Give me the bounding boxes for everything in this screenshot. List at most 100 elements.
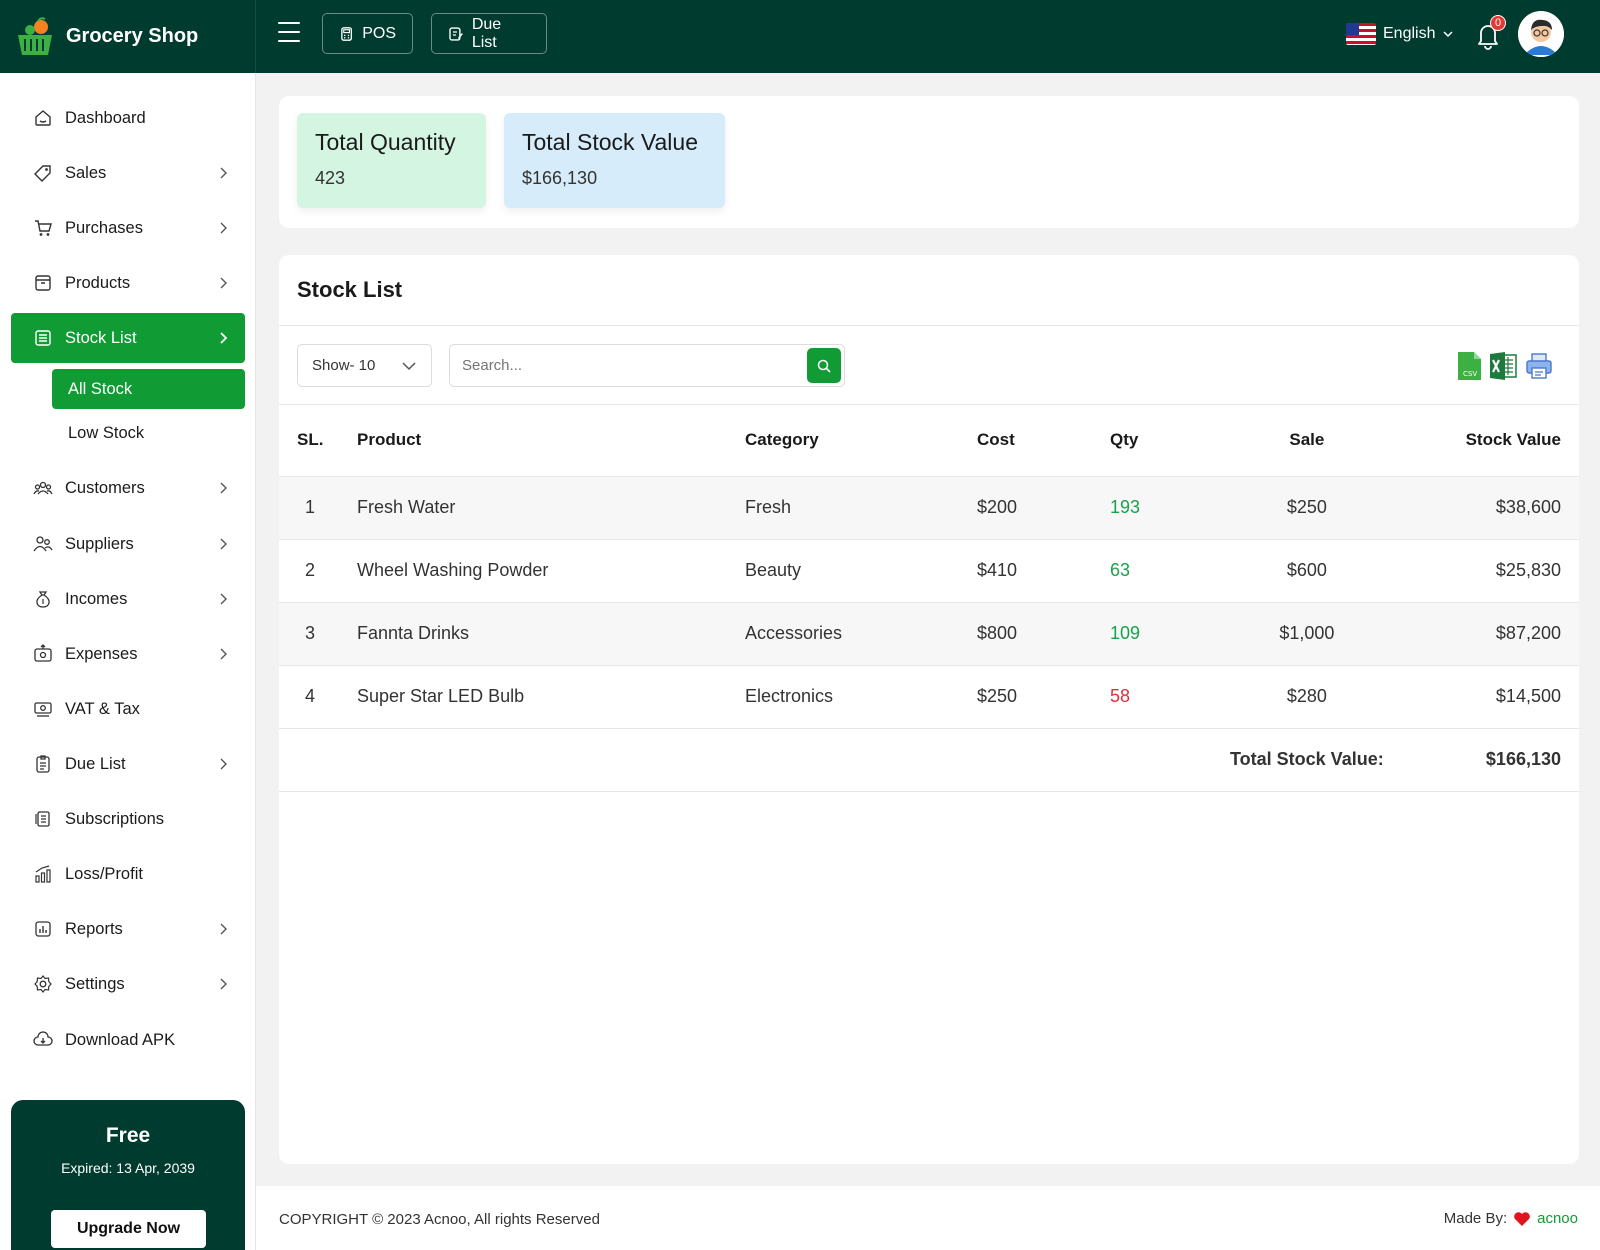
chevron-down-icon	[402, 362, 416, 371]
cell-sale: $1,000	[1230, 602, 1384, 666]
sidebar-item-incomes[interactable]: Incomes	[11, 574, 245, 624]
sidebar-item-label: Due List	[65, 754, 126, 773]
pos-label: POS	[362, 24, 396, 42]
subscriptions-icon	[35, 811, 50, 827]
plan-expiry: Expired: 13 Apr, 2039	[61, 1160, 195, 1176]
notification-button[interactable]: 0	[1474, 15, 1506, 50]
column-header-qty[interactable]: Qty	[1110, 405, 1230, 477]
plan-card: Free Expired: 13 Apr, 2039 Upgrade Now	[11, 1100, 245, 1250]
sidebar-item-label: Settings	[65, 974, 125, 993]
brand[interactable]: Grocery Shop	[0, 0, 256, 73]
list-icon	[35, 330, 51, 346]
user-avatar-icon	[1518, 11, 1564, 57]
dashboard-icon	[35, 110, 51, 126]
gear-icon	[34, 975, 52, 993]
column-header-cost[interactable]: Cost	[977, 405, 1110, 477]
sidebar-subitem-all-stock[interactable]: All Stock	[52, 369, 245, 409]
suppliers-icon	[33, 536, 53, 552]
sidebar-item-vat-tax[interactable]: VAT & Tax	[11, 684, 245, 734]
sidebar-item-due-list[interactable]: Due List	[11, 739, 245, 789]
column-header-stock-value[interactable]: Stock Value	[1383, 405, 1579, 477]
made-by-brand-link[interactable]: acnoo	[1537, 1210, 1578, 1227]
chevron-right-icon	[220, 482, 227, 494]
column-header-sl[interactable]: SL.	[279, 405, 357, 477]
sidebar: Dashboard Sales Purchases Products Stock…	[0, 73, 256, 1250]
sidebar-item-expenses[interactable]: Expenses	[11, 629, 245, 679]
total-quantity-label: Total Quantity	[315, 129, 456, 155]
column-header-sale[interactable]: Sale	[1230, 405, 1384, 477]
sidebar-item-label: Customers	[65, 478, 145, 497]
pos-button[interactable]: POS	[322, 13, 413, 54]
csv-icon[interactable]: CSV	[1455, 351, 1483, 381]
copyright-text: COPYRIGHT © 2023 Acnoo, All rights Reser…	[279, 1211, 600, 1228]
cell-qty: 109	[1110, 602, 1230, 666]
sidebar-item-suppliers[interactable]: Suppliers	[11, 519, 245, 569]
sidebar-item-download-apk[interactable]: Download APK	[11, 1015, 245, 1065]
chevron-right-icon	[220, 648, 227, 660]
cell-qty: 193	[1110, 476, 1230, 540]
top-bar: Grocery Shop POS Due List English 0	[0, 0, 1600, 73]
sidebar-item-label: Expenses	[65, 644, 138, 663]
sidebar-item-subscriptions[interactable]: Subscriptions	[11, 794, 245, 844]
page-title: Stock List	[297, 277, 403, 302]
cell-stock-value: $87,200	[1383, 602, 1579, 666]
customers-icon	[33, 481, 53, 495]
excel-icon[interactable]	[1489, 351, 1517, 381]
plan-title: Free	[105, 1124, 151, 1147]
search-input[interactable]	[450, 345, 800, 386]
total-row: Total Stock Value: $166,130	[279, 728, 1579, 792]
sidebar-item-sales[interactable]: Sales	[11, 148, 245, 198]
cell-qty: 58	[1110, 665, 1230, 729]
sidebar-item-stock-list[interactable]: Stock List	[11, 313, 245, 363]
sidebar-subitem-low-stock[interactable]: Low Stock	[52, 413, 245, 453]
avatar[interactable]	[1518, 11, 1564, 57]
cell-product: Fannta Drinks	[357, 602, 745, 666]
cell-cost: $410	[977, 539, 1110, 603]
cell-sl: 3	[279, 602, 357, 666]
cell-sale: $250	[1230, 476, 1384, 540]
total-quantity-value: 423	[315, 168, 346, 188]
search-icon	[817, 359, 831, 373]
chevron-down-icon	[1443, 31, 1454, 38]
sidebar-item-customers[interactable]: Customers	[11, 463, 245, 513]
sidebar-item-label: VAT & Tax	[65, 699, 140, 718]
chevron-right-icon	[220, 222, 227, 234]
cart-icon	[35, 220, 52, 236]
cell-category: Electronics	[745, 665, 977, 729]
heart-icon	[1514, 1211, 1530, 1226]
sidebar-item-reports[interactable]: Reports	[11, 904, 245, 954]
chevron-right-icon	[220, 923, 227, 935]
sidebar-item-settings[interactable]: Settings	[11, 959, 245, 1009]
total-label: Total Stock Value:	[1230, 728, 1384, 792]
sidebar-item-label: Download APK	[65, 1030, 176, 1049]
page-size-select[interactable]: Show- 10	[297, 344, 432, 387]
tag-icon	[34, 165, 51, 182]
due-list-button[interactable]: Due List	[431, 13, 547, 54]
column-header-category[interactable]: Category	[745, 405, 977, 477]
sidebar-item-label: Subscriptions	[65, 809, 165, 828]
money-bag-icon	[36, 591, 50, 608]
menu-toggle-icon[interactable]	[278, 22, 300, 42]
stock-list-card: Stock List Show- 10 CSV SL. Product Cate…	[279, 255, 1579, 1164]
table-row: 3 Fannta Drinks Accessories $800 109 $1,…	[279, 602, 1579, 666]
brand-name: Grocery Shop	[66, 25, 199, 47]
sidebar-item-dashboard[interactable]: Dashboard	[11, 93, 245, 143]
column-header-product[interactable]: Product	[357, 405, 745, 477]
print-icon[interactable]	[1525, 351, 1553, 381]
search-box	[449, 344, 845, 387]
cell-sale: $280	[1230, 665, 1384, 729]
sidebar-item-loss-profit[interactable]: Loss/Profit	[11, 849, 245, 899]
chevron-right-icon	[220, 593, 227, 605]
sidebar-item-label: Products	[65, 273, 131, 292]
sidebar-item-products[interactable]: Products	[11, 258, 245, 308]
search-button[interactable]	[807, 348, 841, 383]
page-size-value: Show- 10	[312, 357, 376, 374]
made-by-label: Made By:	[1443, 1210, 1508, 1227]
cell-category: Accessories	[745, 602, 977, 666]
cell-sale: $600	[1230, 539, 1384, 603]
upgrade-now-button[interactable]: Upgrade Now	[51, 1210, 206, 1248]
language-select[interactable]: English	[1346, 20, 1454, 48]
chevron-right-icon	[220, 167, 227, 179]
note-edit-icon	[449, 26, 463, 41]
sidebar-item-purchases[interactable]: Purchases	[11, 203, 245, 253]
